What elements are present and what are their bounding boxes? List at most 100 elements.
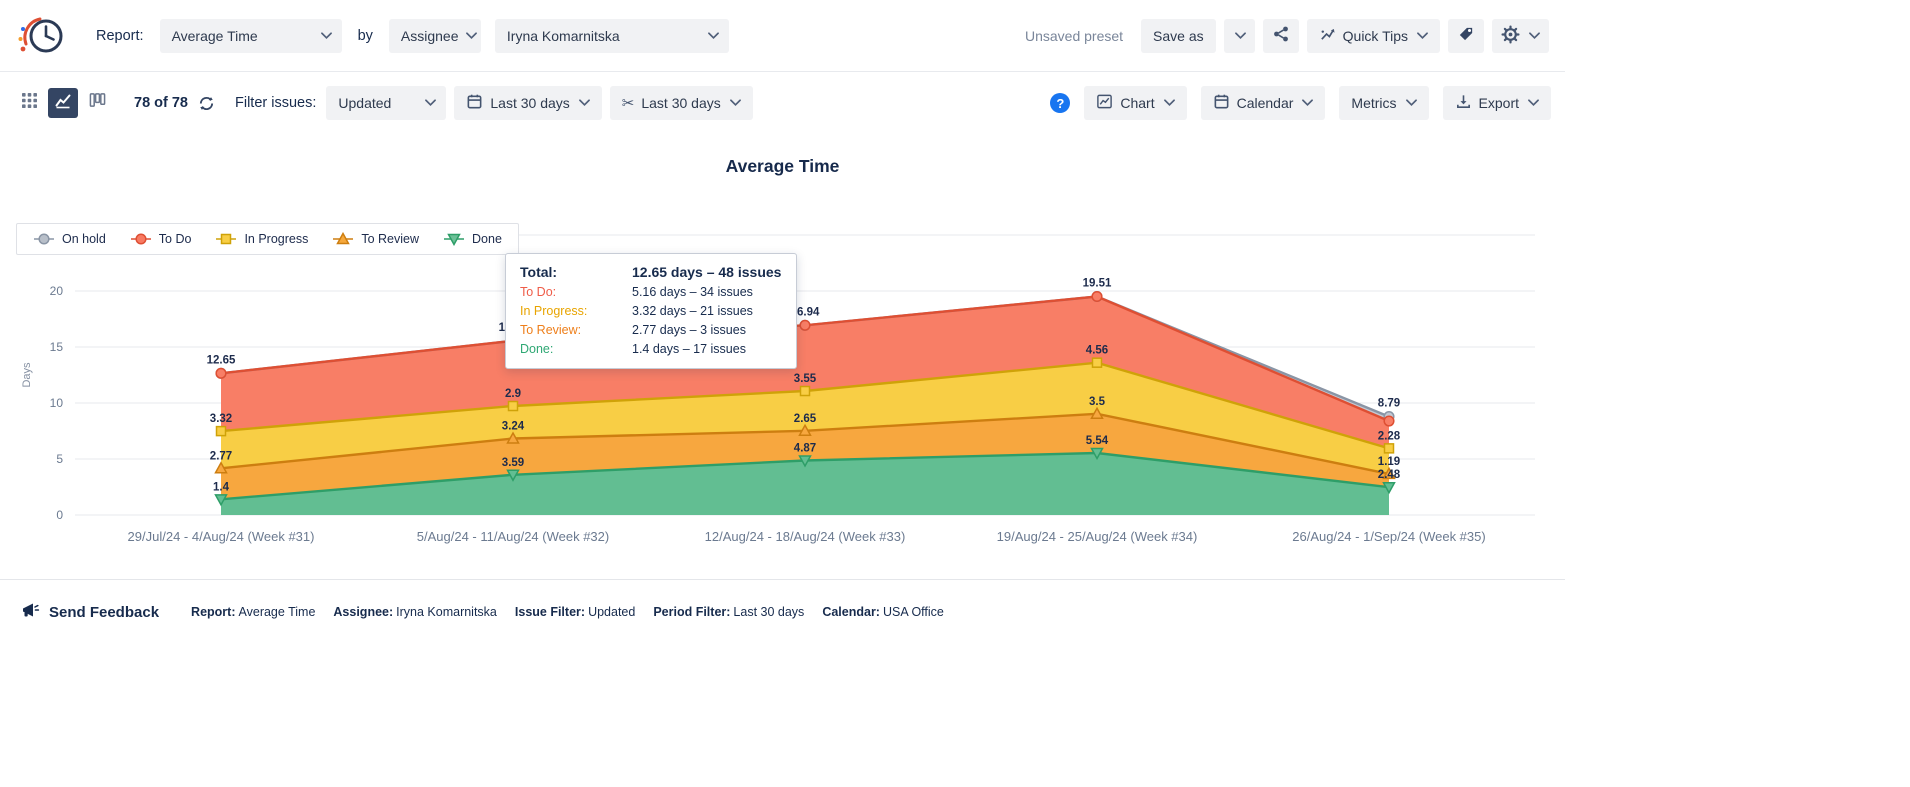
calendar-label: Calendar	[1237, 95, 1294, 111]
period-filter-button[interactable]: Last 30 days	[454, 86, 601, 120]
chart-type-label: Chart	[1120, 95, 1154, 111]
marker-in-progress[interactable]	[509, 402, 518, 411]
sprint-filter-button[interactable]: ✂ Last 30 days	[610, 86, 753, 120]
chart-frame-icon	[1096, 93, 1113, 113]
settings-button[interactable]	[1492, 19, 1549, 53]
chevron-down-icon	[466, 32, 477, 40]
marker-to-do[interactable]	[800, 320, 810, 330]
summary-pair: Assignee:Iryna Komarnitska	[333, 605, 496, 619]
chevron-down-icon	[1528, 99, 1539, 107]
legend-item[interactable]: To Do	[130, 232, 192, 246]
legend-item[interactable]: To Review	[332, 232, 419, 246]
app-root: Report: Average Time by Assignee Iryna K…	[0, 0, 1565, 644]
summary-pair: Report:Average Time	[191, 605, 315, 619]
y-axis-label: Days	[21, 362, 33, 388]
data-label: 2.48	[1378, 469, 1401, 481]
chevron-down-icon	[1406, 99, 1417, 107]
tooltip-label: Done:	[520, 342, 632, 356]
data-label: 2.77	[210, 450, 232, 462]
marker-in-progress[interactable]	[801, 387, 810, 396]
marker-to-do[interactable]	[1092, 292, 1102, 302]
chevron-down-icon	[730, 99, 741, 107]
y-tick-label: 0	[56, 508, 63, 522]
marker-to-do[interactable]	[216, 369, 226, 379]
legend-label: On hold	[62, 232, 106, 246]
scissors-icon: ✂	[622, 94, 635, 112]
y-tick-label: 20	[50, 284, 64, 298]
chevron-down-icon	[708, 32, 719, 40]
x-category-label: 5/Aug/24 - 11/Aug/24 (Week #32)	[417, 529, 609, 544]
tooltip-label: Total:	[520, 264, 632, 280]
share-button[interactable]	[1263, 19, 1299, 53]
marker-to-do[interactable]	[1384, 416, 1394, 426]
calendar-icon	[466, 93, 483, 113]
in-progress-marker-icon	[215, 232, 237, 246]
grid-view-button[interactable]	[14, 88, 44, 118]
data-label: 4.56	[1086, 345, 1108, 357]
save-as-label: Save as	[1153, 28, 1204, 44]
legend-item[interactable]: Done	[443, 232, 502, 246]
export-button[interactable]: Export	[1443, 86, 1551, 120]
done-marker-icon	[443, 232, 465, 246]
save-as-button[interactable]: Save as	[1141, 19, 1216, 53]
marker-in-progress[interactable]	[1385, 444, 1394, 453]
legend-label: In Progress	[244, 232, 308, 246]
legend-item[interactable]: In Progress	[215, 232, 308, 246]
top-right-actions: Unsaved preset Save as Quick Tips	[1025, 19, 1549, 53]
calendar-button[interactable]: Calendar	[1201, 86, 1326, 120]
report-select[interactable]: Average Time	[160, 19, 342, 53]
save-as-dropdown-button[interactable]	[1224, 19, 1255, 53]
legend-item[interactable]: On hold	[33, 232, 106, 246]
tag-icon	[1457, 25, 1475, 46]
legend-label: Done	[472, 232, 502, 246]
chart-view-button[interactable]	[48, 88, 78, 118]
tooltip-label: To Review:	[520, 323, 632, 337]
board-view-button[interactable]	[82, 88, 112, 118]
send-feedback-label: Send Feedback	[49, 604, 159, 621]
data-label: 3.55	[794, 373, 817, 385]
metrics-button[interactable]: Metrics	[1339, 86, 1428, 120]
gear-icon	[1501, 25, 1520, 47]
data-label: 4.87	[794, 442, 816, 454]
send-feedback-button[interactable]: Send Feedback	[20, 600, 159, 624]
app-logo-icon	[16, 11, 68, 61]
quick-tips-icon	[1319, 26, 1336, 46]
x-category-label: 29/Jul/24 - 4/Aug/24 (Week #31)	[128, 529, 315, 544]
marker-in-progress[interactable]	[1093, 358, 1102, 367]
report-select-value: Average Time	[172, 28, 258, 44]
tooltip-label: In Progress:	[520, 304, 632, 318]
chart-legend: On hold To Do In Progress To Review Done	[16, 223, 519, 255]
chart-title: Average Time	[0, 156, 1565, 177]
summary-pair: Calendar:USA Office	[822, 605, 944, 619]
data-label: 1.4	[213, 481, 230, 493]
assignee-select[interactable]: Iryna Komarnitska	[495, 19, 729, 53]
y-tick-label: 5	[56, 452, 63, 466]
chevron-down-icon	[1302, 99, 1313, 107]
share-icon	[1272, 25, 1290, 46]
data-label: 3.32	[210, 413, 232, 425]
chevron-down-icon	[1417, 32, 1428, 40]
unsaved-preset-label: Unsaved preset	[1025, 28, 1123, 44]
refresh-button[interactable]	[198, 95, 215, 112]
assignee-value: Iryna Komarnitska	[507, 28, 620, 44]
summary-pair: Issue Filter:Updated	[515, 605, 635, 619]
y-tick-label: 15	[50, 340, 64, 354]
tag-button[interactable]	[1448, 19, 1484, 53]
marker-in-progress[interactable]	[217, 427, 226, 436]
chart-type-button[interactable]: Chart	[1084, 86, 1186, 120]
quick-tips-button[interactable]: Quick Tips	[1307, 19, 1440, 53]
issue-filter-value: Updated	[338, 95, 391, 111]
by-label: by	[358, 28, 373, 44]
footer: Send Feedback Report:Average Time Assigne…	[0, 580, 1565, 644]
help-button[interactable]: ?	[1050, 93, 1070, 113]
issue-filter-select[interactable]: Updated	[326, 86, 446, 120]
data-label: 1.19	[1378, 456, 1400, 468]
tooltip-value: 1.4 days – 17 issues	[632, 342, 782, 356]
line-chart-icon	[54, 92, 72, 115]
board-icon	[89, 92, 106, 114]
chevron-down-icon	[1235, 32, 1246, 40]
quick-tips-label: Quick Tips	[1343, 28, 1408, 44]
group-by-select[interactable]: Assignee	[389, 19, 481, 53]
x-category-label: 19/Aug/24 - 25/Aug/24 (Week #34)	[997, 529, 1198, 544]
filter-toolbar: 78 of 78 Filter issues: Updated Last 30 …	[0, 72, 1565, 134]
